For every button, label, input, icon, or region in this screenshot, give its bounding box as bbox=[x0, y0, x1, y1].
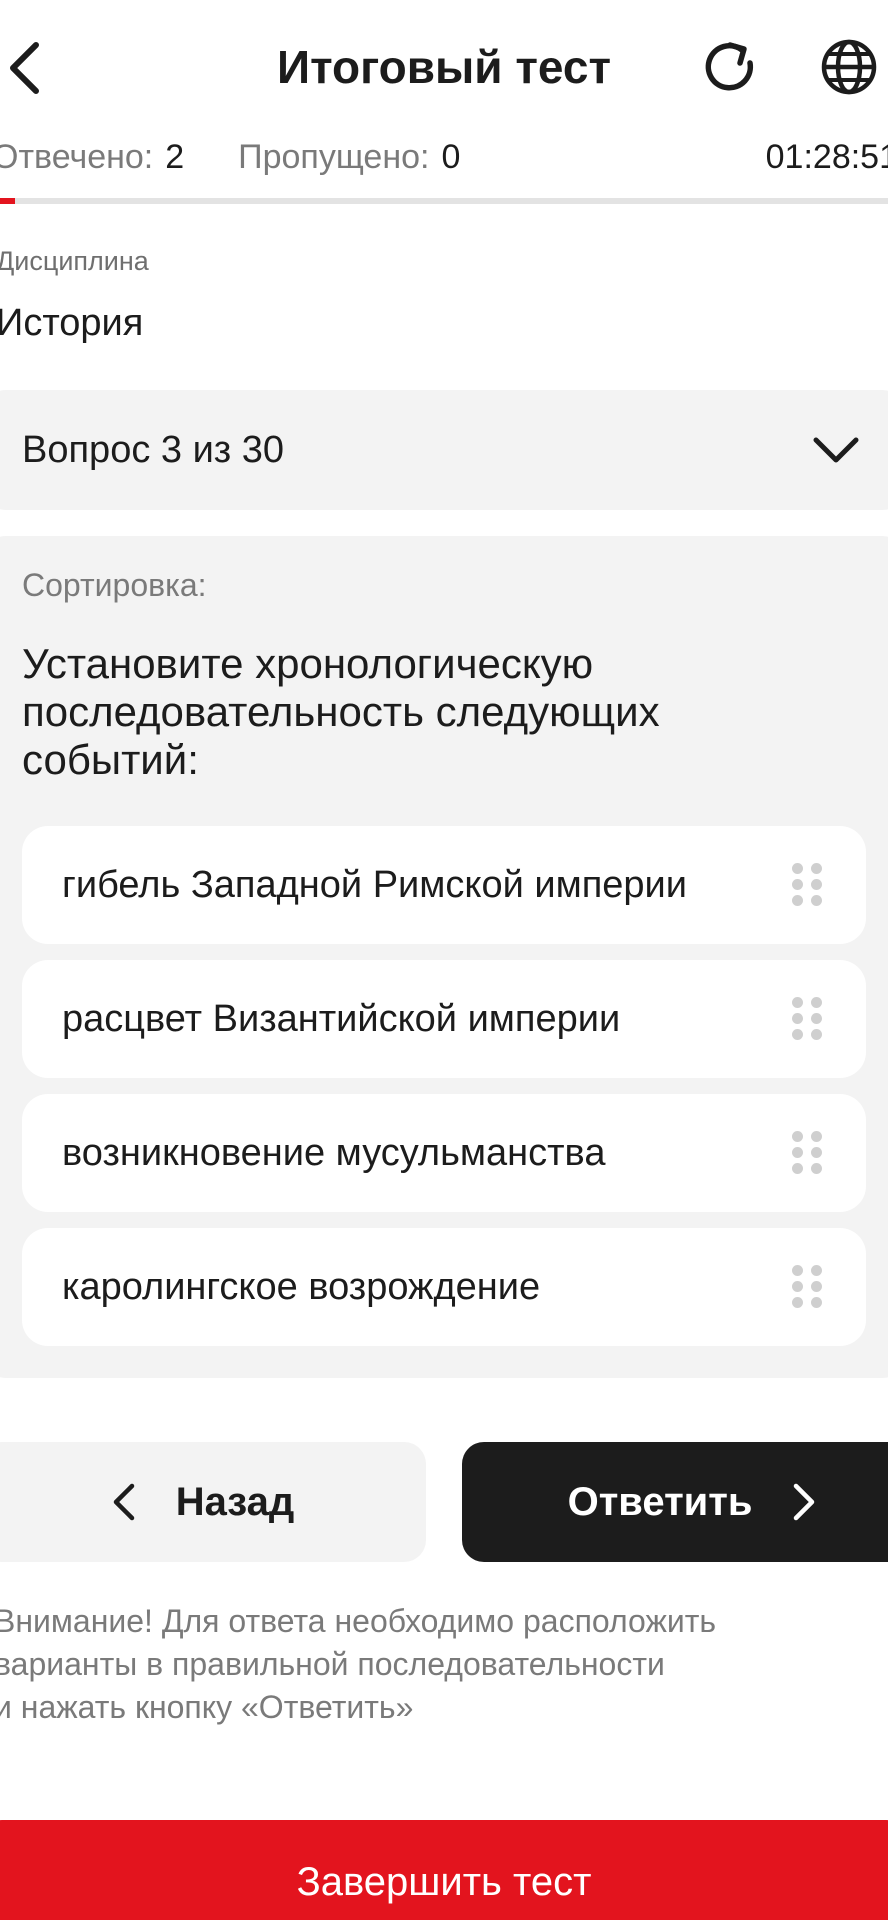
question-text: Установите хронологическую последователь… bbox=[22, 640, 660, 783]
notice-text: Внимание! Для ответа необходимо располож… bbox=[0, 1600, 854, 1729]
sort-option[interactable]: каролингское возрождение bbox=[22, 1228, 866, 1346]
page-title: Итоговый тест bbox=[277, 41, 611, 93]
discipline-value: История bbox=[0, 302, 144, 344]
answer-button-label: Ответить bbox=[567, 1479, 753, 1524]
progress-fill bbox=[0, 198, 15, 204]
sort-option[interactable]: гибель Западной Римской империи bbox=[22, 826, 866, 944]
progress-track bbox=[0, 198, 888, 204]
timer: 01:28:51 bbox=[765, 138, 888, 176]
drag-handle-icon[interactable] bbox=[792, 997, 822, 1041]
answer-button[interactable]: Ответить bbox=[462, 1442, 888, 1562]
globe-icon[interactable] bbox=[820, 34, 888, 100]
drag-handle-icon[interactable] bbox=[792, 863, 822, 907]
skipped-value: 0 bbox=[441, 138, 461, 176]
skipped-label: Пропущено: bbox=[238, 138, 430, 176]
sort-option-label: возникновение мусульманства bbox=[62, 1132, 606, 1174]
sort-option-label: каролингское возрождение bbox=[62, 1266, 541, 1308]
notice-line: варианты в правильной последовательности bbox=[0, 1646, 665, 1682]
notice-line: и нажать кнопку «Ответить» bbox=[0, 1689, 414, 1725]
back-button-label: Назад bbox=[175, 1479, 295, 1524]
back-button[interactable]: Назад bbox=[0, 1442, 426, 1562]
finish-test-label: Завершить тест bbox=[296, 1860, 592, 1904]
sort-option-label: расцвет Византийской империи bbox=[62, 998, 621, 1040]
drag-handle-icon[interactable] bbox=[792, 1265, 822, 1309]
chevron-right-icon bbox=[794, 1483, 815, 1521]
sort-option[interactable]: возникновение мусульманства bbox=[22, 1094, 866, 1212]
answered-label: Отвечено: bbox=[0, 138, 154, 176]
refresh-icon[interactable] bbox=[692, 34, 768, 100]
discipline-label: Дисциплина bbox=[0, 246, 149, 276]
stats-row: Отвечено: 2 Пропущено: 0 01:28:51 bbox=[0, 132, 888, 182]
question-selector-label: Вопрос 3 из 30 bbox=[22, 429, 285, 471]
chevron-left-icon bbox=[10, 42, 39, 94]
back-chevron-left-icon[interactable] bbox=[0, 28, 50, 108]
drag-handle-icon[interactable] bbox=[792, 1131, 822, 1175]
sort-option-label: гибель Западной Римской империи bbox=[62, 864, 688, 906]
chevron-down-icon[interactable] bbox=[808, 422, 864, 478]
notice-line: Внимание! Для ответа необходимо располож… bbox=[0, 1603, 717, 1639]
question-type-label: Сортировка: bbox=[22, 567, 207, 603]
sort-option[interactable]: расцвет Византийской империи bbox=[22, 960, 866, 1078]
chevron-left-icon bbox=[113, 1483, 134, 1521]
answered-value: 2 bbox=[165, 138, 185, 176]
